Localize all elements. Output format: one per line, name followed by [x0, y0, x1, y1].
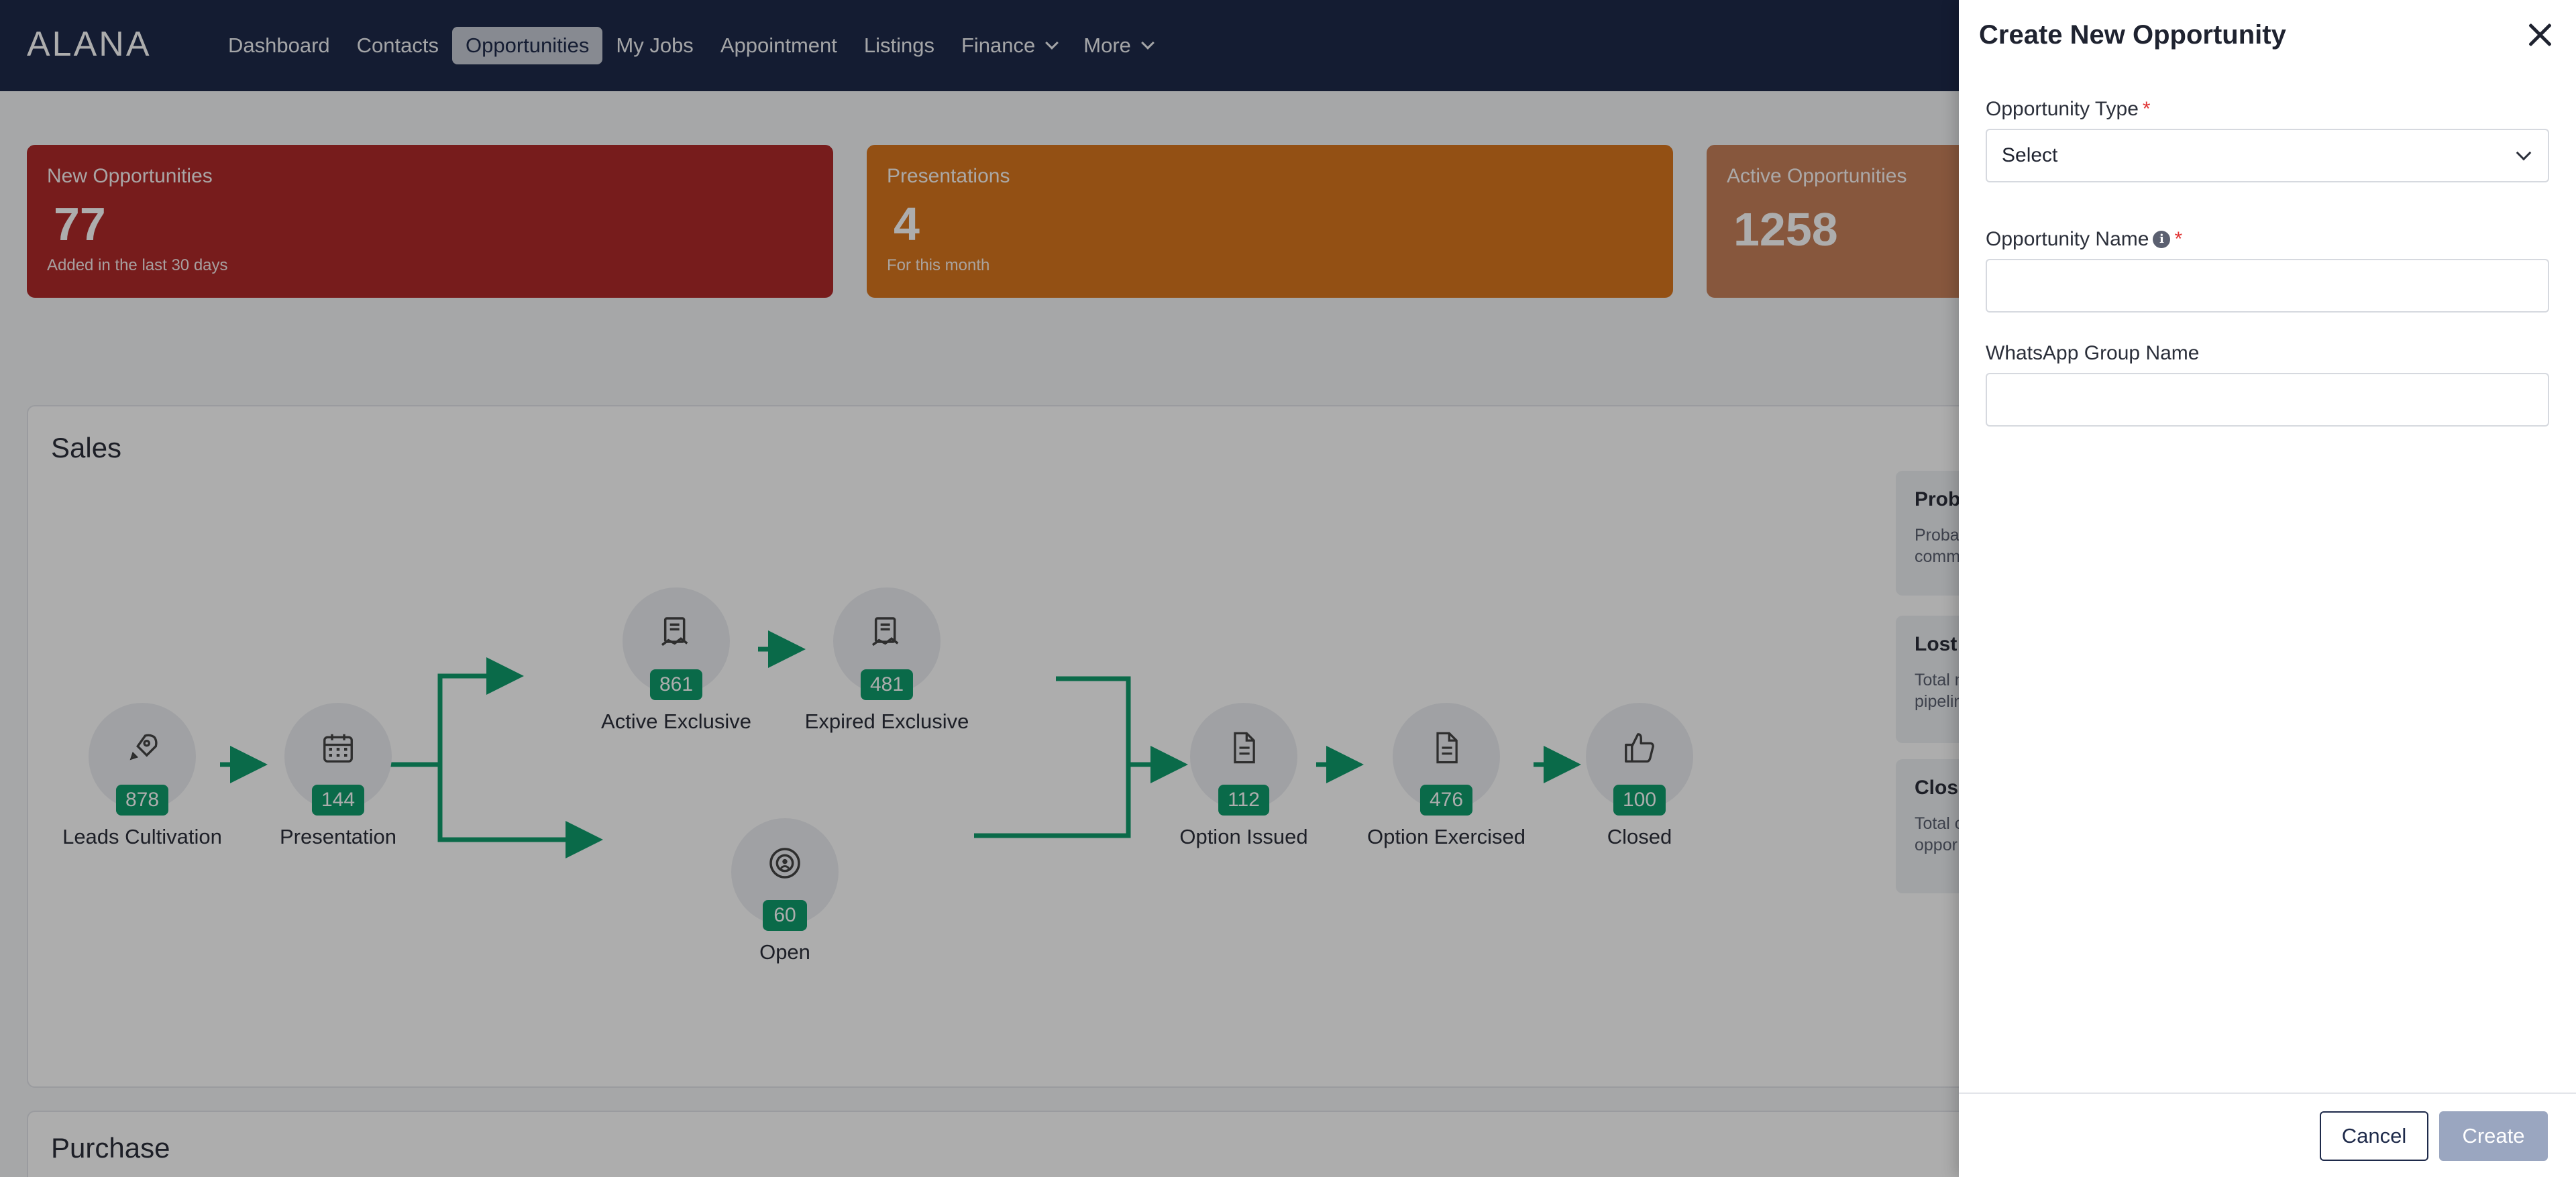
opportunity-name-label: Opportunity Name i *	[1986, 228, 2182, 251]
opportunity-type-value: Select	[2002, 144, 2058, 166]
drawer-title: Create New Opportunity	[1979, 20, 2286, 50]
chevron-down-icon	[2516, 145, 2532, 161]
whatsapp-group-label-text: WhatsApp Group Name	[1986, 342, 2200, 364]
required-mark: *	[2174, 228, 2183, 250]
opportunity-type-select[interactable]: Select	[1986, 129, 2549, 182]
cancel-button[interactable]: Cancel	[2320, 1111, 2428, 1161]
create-button[interactable]: Create	[2439, 1111, 2548, 1161]
whatsapp-group-input[interactable]	[1986, 373, 2549, 427]
create-opportunity-drawer: Create New Opportunity Opportunity Type …	[1959, 0, 2576, 1177]
close-icon[interactable]	[2525, 20, 2555, 50]
opportunity-type-label: Opportunity Type *	[1986, 98, 2151, 121]
drawer-footer: Cancel Create	[1959, 1092, 2576, 1177]
whatsapp-group-label: WhatsApp Group Name	[1986, 342, 2199, 365]
info-icon[interactable]: i	[2153, 231, 2171, 248]
opportunity-name-input[interactable]	[1986, 259, 2549, 313]
required-mark: *	[2142, 98, 2151, 120]
opportunity-type-label-text: Opportunity Type	[1986, 98, 2139, 120]
opportunity-name-label-text: Opportunity Name	[1986, 228, 2149, 250]
